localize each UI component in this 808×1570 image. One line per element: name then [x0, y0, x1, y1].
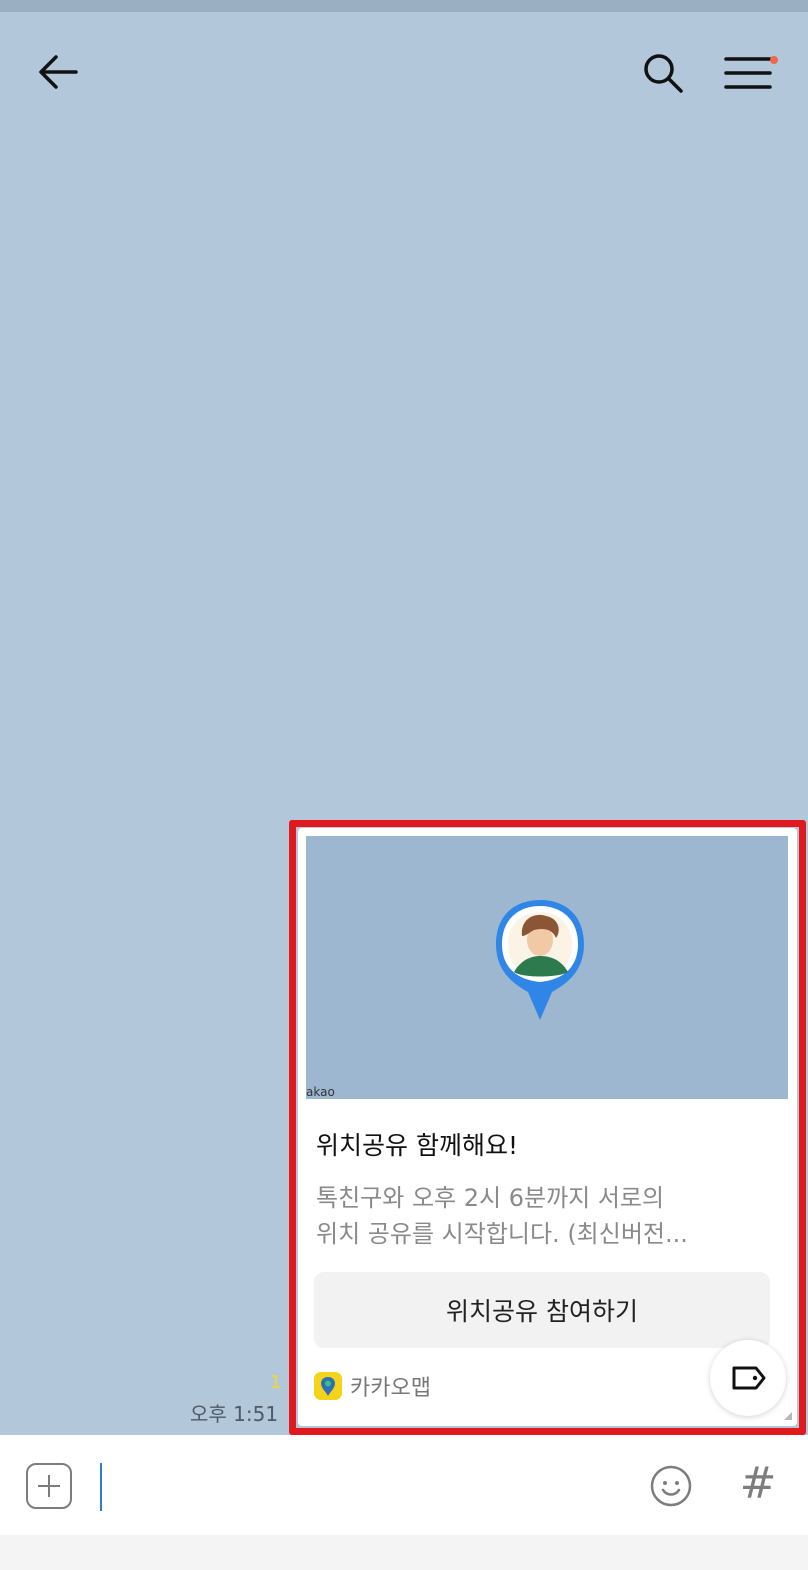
- image-credit: akao: [306, 1085, 335, 1099]
- unread-count: 1: [270, 1372, 282, 1393]
- card-source[interactable]: 카카오맵: [314, 1370, 431, 1402]
- message-input[interactable]: [96, 1455, 626, 1515]
- message-time: 오후 1:51: [190, 1402, 279, 1426]
- card-title: 위치공유 함께해요!: [316, 1131, 518, 1160]
- menu-notification-dot: [770, 56, 778, 64]
- hashtag-button[interactable]: #: [736, 1457, 780, 1511]
- emoji-button[interactable]: [648, 1463, 694, 1509]
- search-button[interactable]: [640, 50, 686, 96]
- arrow-left-icon: [39, 55, 78, 89]
- menu-button[interactable]: [722, 50, 774, 96]
- resize-corner: [784, 1412, 792, 1420]
- card-description-line: 위치 공유를 시작합니다. (최신버전...: [316, 1220, 688, 1248]
- share-button[interactable]: [710, 1340, 786, 1416]
- back-button[interactable]: [34, 52, 82, 92]
- location-pin-avatar-icon: [496, 900, 584, 1020]
- search-icon: [644, 54, 683, 93]
- kakaomap-icon: [314, 1372, 342, 1400]
- bottom-area: [0, 1535, 808, 1570]
- tag-share-icon: [732, 1366, 766, 1390]
- card-image[interactable]: akao: [306, 836, 788, 1099]
- chat-header: [0, 12, 808, 122]
- join-location-share-button[interactable]: 위치공유 참여하기: [314, 1272, 770, 1348]
- location-share-card[interactable]: akao 위치공유 함께해요! 톡친구와 오후 2시 6분까지 서로의 위치 공…: [298, 828, 797, 1426]
- card-description: 톡친구와 오후 2시 6분까지 서로의 위치 공유를 시작합니다. (최신버전.…: [316, 1180, 776, 1252]
- message-input-bar: #: [0, 1435, 808, 1535]
- emoji-icon: [650, 1465, 692, 1507]
- status-bar: [0, 0, 808, 12]
- text-caret: [100, 1463, 102, 1511]
- card-description-line: 톡친구와 오후 2시 6분까지 서로의: [316, 1184, 665, 1212]
- plus-button[interactable]: [26, 1463, 72, 1509]
- hamburger-menu-icon: [724, 57, 772, 89]
- source-label: 카카오맵: [350, 1376, 431, 1401]
